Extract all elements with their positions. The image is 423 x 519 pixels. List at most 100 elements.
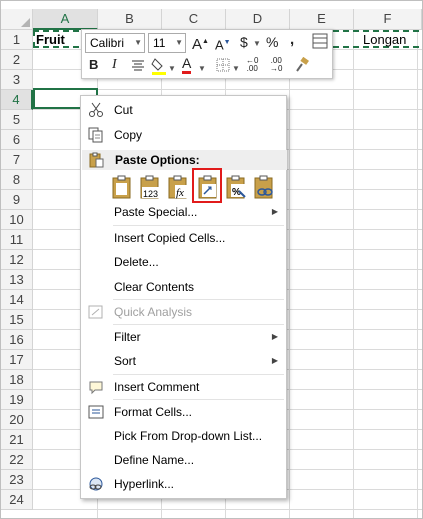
row-header[interactable]: 7: [1, 150, 33, 170]
cell-a1[interactable]: Fruit: [36, 30, 65, 49]
comma-button[interactable]: ,: [290, 31, 294, 49]
menu-label: Sort: [114, 354, 137, 368]
borders-icon[interactable]: [216, 58, 230, 77]
row-header[interactable]: 20: [1, 410, 33, 430]
increase-decimal-icon[interactable]: ←0.00: [246, 57, 258, 73]
chevron-down-icon[interactable]: ▼: [168, 60, 176, 78]
row-header[interactable]: 8: [1, 170, 33, 190]
highlight-box: [192, 168, 222, 203]
format-table-icon[interactable]: [312, 33, 328, 54]
select-all-corner[interactable]: [1, 9, 33, 30]
row-header[interactable]: 24: [1, 490, 33, 510]
menu-item-hyperlink[interactable]: Hyperlink...: [81, 473, 286, 495]
menu-separator: [113, 324, 284, 325]
fill-color-icon[interactable]: [151, 57, 167, 80]
percent-button[interactable]: %: [266, 33, 278, 51]
context-menu: Cut Copy Paste Options: 123 fx % Paste S…: [80, 95, 287, 499]
row-header[interactable]: 4: [1, 90, 33, 110]
menu-separator: [113, 374, 284, 375]
decrease-decimal-icon[interactable]: .00 →0: [270, 57, 282, 73]
chevron-down-icon[interactable]: ▼: [232, 60, 240, 78]
column-header-f[interactable]: F: [354, 9, 422, 30]
menu-item-pick-from-dropdown[interactable]: Pick From Drop-down List...: [81, 425, 286, 447]
paste-link-icon[interactable]: [253, 175, 277, 201]
row-header[interactable]: 17: [1, 350, 33, 370]
font-name-value: Calibri: [90, 36, 125, 50]
row-header[interactable]: 16: [1, 330, 33, 350]
column-header-b[interactable]: B: [98, 9, 162, 30]
menu-item-cut[interactable]: Cut: [81, 99, 286, 121]
chevron-down-icon[interactable]: ▼: [198, 60, 206, 78]
menu-item-quick-analysis[interactable]: Quick Analysis: [81, 301, 286, 323]
menu-label: Pick From Drop-down List...: [114, 429, 263, 443]
row-header[interactable]: 2: [1, 50, 33, 70]
paste-formulas-icon[interactable]: fx: [167, 175, 191, 201]
row-header[interactable]: 15: [1, 310, 33, 330]
chevron-down-icon[interactable]: ▼: [253, 35, 261, 53]
row-header[interactable]: 22: [1, 450, 33, 470]
italic-button[interactable]: I: [112, 56, 117, 74]
font-size-box[interactable]: 11 ▼: [148, 33, 186, 53]
menu-item-insert-copied-cells[interactable]: Insert Copied Cells...: [81, 227, 286, 249]
menu-item-sort[interactable]: Sort ▶: [81, 350, 286, 372]
paste-values-icon[interactable]: 123: [139, 175, 163, 201]
excel-window: A B C D E F 1 2 3 4 5 6 7 8 9 10 11 12 13 14 15 16 17 18 1…: [0, 0, 423, 519]
paste-formatting-icon[interactable]: %: [225, 175, 249, 201]
cell-f1[interactable]: Longan: [363, 30, 406, 49]
grow-font-button[interactable]: A▲: [192, 33, 209, 54]
row-header[interactable]: 14: [1, 290, 33, 310]
row-header[interactable]: 1: [1, 30, 33, 50]
align-center-icon[interactable]: [131, 59, 145, 77]
menu-item-format-cells[interactable]: Format Cells...: [81, 401, 286, 423]
row-header[interactable]: 9: [1, 190, 33, 210]
currency-button[interactable]: $: [240, 33, 248, 51]
comment-icon: [88, 379, 104, 395]
bold-button[interactable]: B: [89, 56, 98, 74]
row-header[interactable]: 5: [1, 110, 33, 130]
row-header[interactable]: 12: [1, 250, 33, 270]
svg-text:fx: fx: [176, 187, 184, 199]
row-header[interactable]: 23: [1, 470, 33, 490]
menu-item-filter[interactable]: Filter ▶: [81, 326, 286, 348]
scissors-icon: [88, 102, 104, 118]
row-header[interactable]: 10: [1, 210, 33, 230]
menu-item-copy[interactable]: Copy: [81, 124, 286, 146]
menu-label: Hyperlink...: [114, 477, 175, 491]
copy-icon: [88, 127, 104, 143]
grid-line: [289, 30, 290, 518]
menu-item-insert-comment[interactable]: Insert Comment: [81, 376, 286, 398]
row-header[interactable]: 13: [1, 270, 33, 290]
row-header[interactable]: 18: [1, 370, 33, 390]
row-header[interactable]: 3: [1, 70, 33, 90]
paste-options-header: Paste Options:: [82, 150, 287, 170]
menu-item-paste-special[interactable]: Paste Special... ▶: [81, 201, 286, 223]
font-size-value: 11: [153, 36, 166, 50]
menu-label: Cut: [114, 103, 133, 117]
menu-separator: [113, 299, 284, 300]
menu-item-delete[interactable]: Delete...: [81, 251, 286, 273]
font-color-button[interactable]: A: [182, 56, 192, 74]
row-header[interactable]: 11: [1, 230, 33, 250]
column-header-a[interactable]: A: [33, 9, 98, 30]
menu-label: Format Cells...: [114, 405, 193, 419]
svg-text:123: 123: [143, 189, 158, 199]
grid-line: [417, 30, 418, 518]
column-header-e[interactable]: E: [290, 9, 354, 30]
chevron-down-icon[interactable]: ▼: [175, 34, 183, 52]
row-header[interactable]: 6: [1, 130, 33, 150]
column-header-d[interactable]: D: [226, 9, 290, 30]
shrink-font-button[interactable]: A▼: [215, 34, 231, 54]
menu-item-define-name[interactable]: Define Name...: [81, 449, 286, 471]
chevron-right-icon: ▶: [271, 207, 278, 216]
format-cells-icon: [88, 404, 104, 420]
menu-label: Clear Contents: [114, 280, 195, 294]
row-header[interactable]: 19: [1, 390, 33, 410]
row-header[interactable]: 21: [1, 430, 33, 450]
column-header-c[interactable]: C: [162, 9, 226, 30]
menu-item-clear-contents[interactable]: Clear Contents: [81, 276, 286, 298]
paste-icon[interactable]: [111, 175, 135, 201]
format-painter-icon[interactable]: [294, 56, 310, 78]
chevron-down-icon[interactable]: ▼: [134, 34, 142, 52]
font-name-box[interactable]: Calibri ▼: [85, 33, 145, 53]
quick-analysis-icon: [88, 304, 104, 320]
